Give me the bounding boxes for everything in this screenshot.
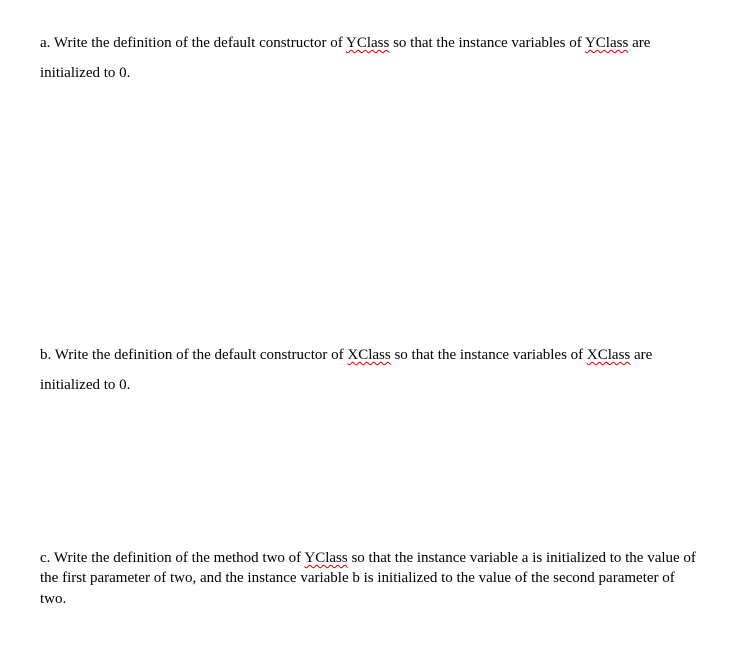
question-c-text: c. Write the definition of the method tw… (40, 548, 697, 609)
question-a-text: a. Write the definition of the default c… (40, 28, 697, 88)
spell-error-xclass: XClass (347, 347, 390, 363)
question-a-t2: so that the instance variables of (389, 35, 585, 51)
question-b-t2: so that the instance variables of (391, 347, 587, 363)
spell-error-yclass: YClass (346, 35, 389, 51)
question-b: b. Write the definition of the default c… (40, 340, 697, 400)
spell-error-xclass: XClass (587, 347, 630, 363)
question-b-label: b. (40, 347, 51, 363)
question-a-label: a. (40, 35, 50, 51)
question-b-t1: Write the definition of the default cons… (55, 347, 348, 363)
question-a-t1: Write the definition of the default cons… (54, 35, 346, 51)
question-c: c. Write the definition of the method tw… (40, 548, 697, 609)
question-c-t1: Write the definition of the method two o… (54, 550, 304, 566)
spell-error-yclass: YClass (585, 35, 628, 51)
question-b-text: b. Write the definition of the default c… (40, 340, 697, 400)
spell-error-yclass: YClass (304, 550, 347, 566)
question-a: a. Write the definition of the default c… (40, 28, 697, 88)
question-c-label: c. (40, 550, 50, 566)
